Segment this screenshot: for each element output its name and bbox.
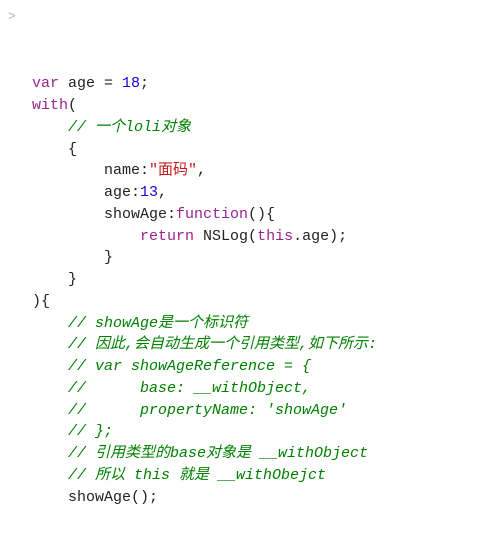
property: showAge: <box>104 206 176 223</box>
brace: { <box>68 141 77 158</box>
text: age = <box>59 75 122 92</box>
code-content: var age = 18; with( // 一个loli对象 { name:"… <box>32 73 496 508</box>
keyword-return: return <box>140 228 194 245</box>
text: , <box>158 184 167 201</box>
number: 13 <box>140 184 158 201</box>
property: name: <box>104 162 149 179</box>
comment: // propertyName: 'showAge' <box>68 402 347 419</box>
comment: // 因此,会自动生成一个引用类型,如下所示: <box>68 336 377 353</box>
text: (){ <box>248 206 275 223</box>
comment: // 所以 this 就是 __withObejct <box>68 467 326 484</box>
brace: } <box>68 271 77 288</box>
comment: // showAge是一个标识符 <box>68 315 248 332</box>
brace: } <box>104 249 113 266</box>
keyword-this: this <box>257 228 293 245</box>
keyword-with: with <box>32 97 68 114</box>
comment: // var showAgeReference = { <box>68 358 311 375</box>
comment: // base: __withObject, <box>68 380 311 397</box>
text: NSLog( <box>194 228 257 245</box>
code-editor[interactable]: > var age = 18; with( // 一个loli对象 { name… <box>0 0 500 538</box>
text: , <box>197 162 206 179</box>
text: ){ <box>32 293 50 310</box>
text: ( <box>68 97 77 114</box>
text: .age); <box>293 228 347 245</box>
keyword-var: var <box>32 75 59 92</box>
keyword-function: function <box>176 206 248 223</box>
comment: // }; <box>68 423 113 440</box>
number: 18 <box>122 75 140 92</box>
comment: // 一个loli对象 <box>68 119 191 136</box>
gutter-chevron: > <box>8 8 16 27</box>
string: "面码" <box>149 162 197 179</box>
call: showAge(); <box>68 489 158 506</box>
text: ; <box>140 75 149 92</box>
property: age: <box>104 184 140 201</box>
comment: // 引用类型的base对象是 __withObject <box>68 445 368 462</box>
